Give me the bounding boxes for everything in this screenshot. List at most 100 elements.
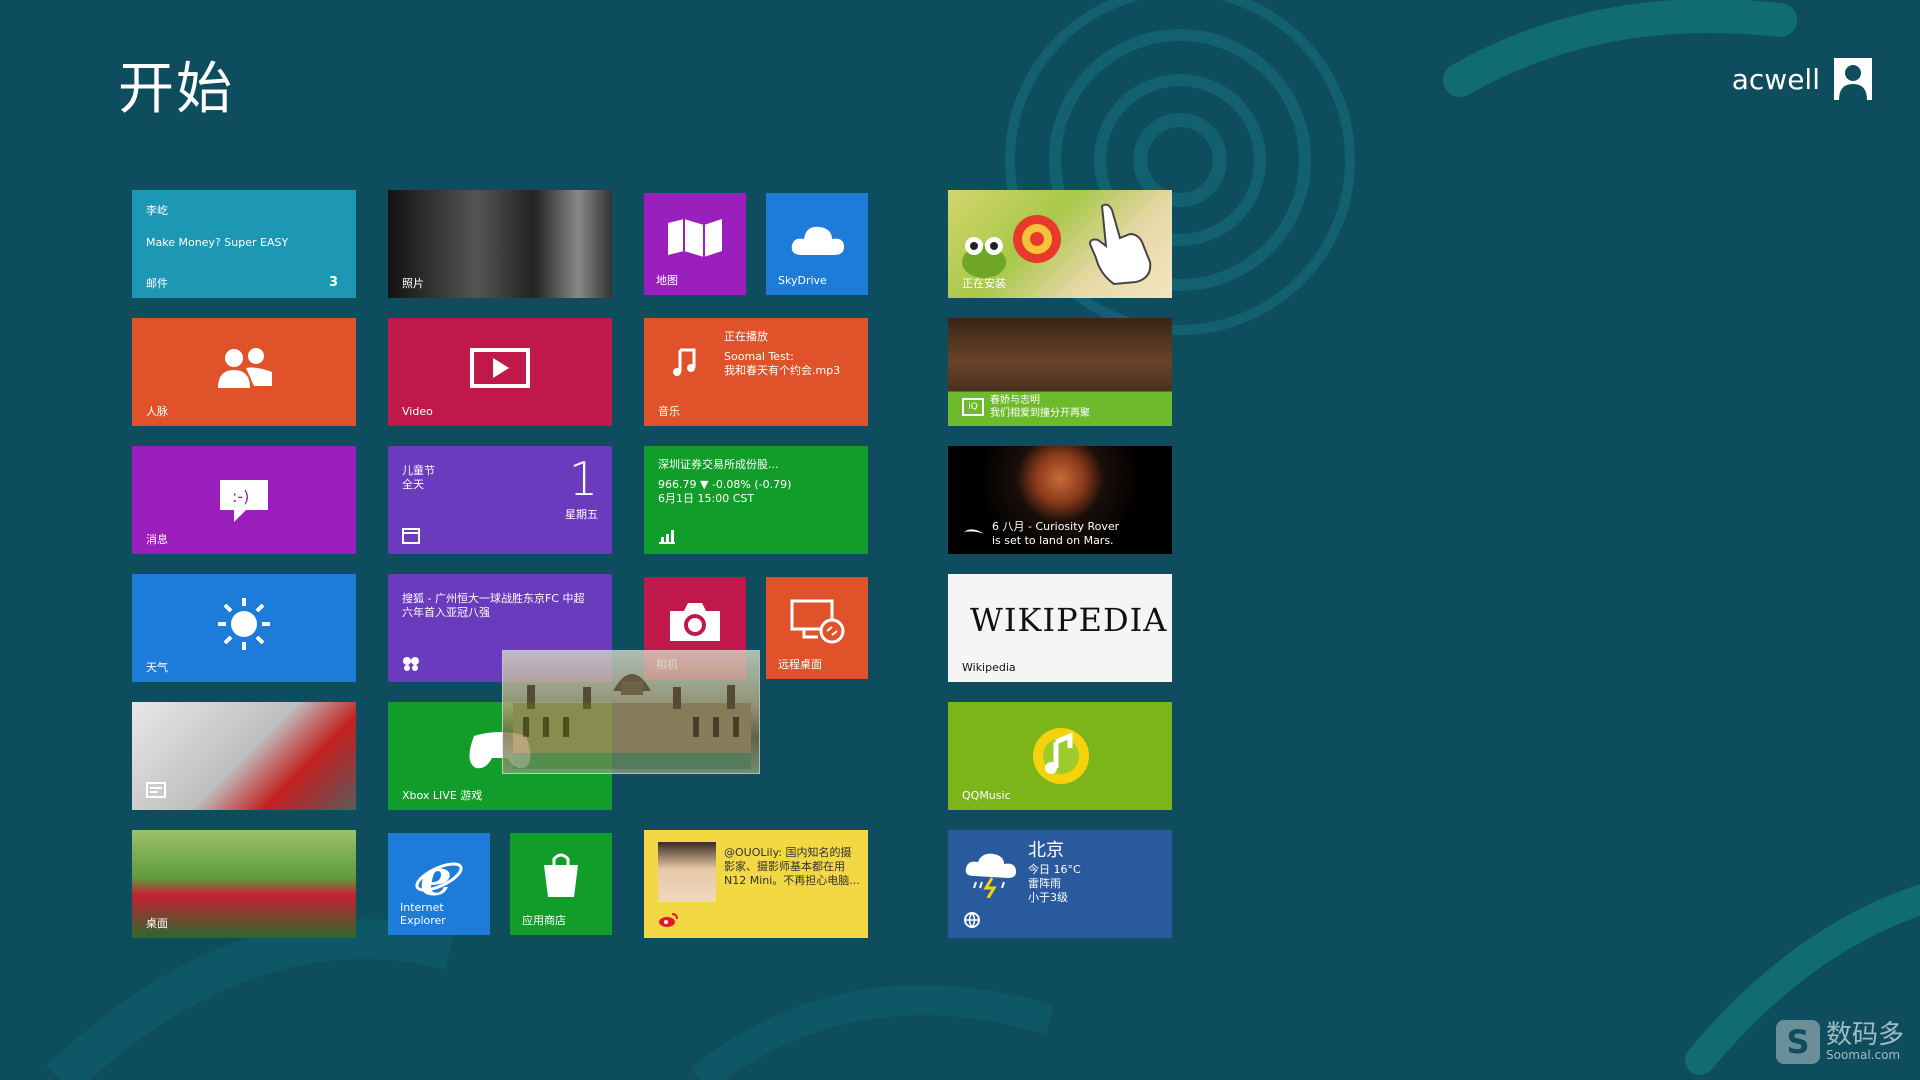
wikipedia-logo: WIKIPEDIA <box>970 601 1168 639</box>
dragging-photo-preview[interactable] <box>502 650 760 774</box>
calendar-tile[interactable]: 儿童节 全天 1 星期五 <box>388 446 612 554</box>
sun-icon <box>218 598 270 650</box>
candy-icon <box>1013 215 1061 263</box>
weather-condition: 雷阵雨 <box>1028 877 1061 890</box>
weather-live-tile[interactable]: 北京 今日 16°C 雷阵雨 小于3级 <box>948 830 1172 938</box>
ie-label-line2: Explorer <box>400 914 446 927</box>
qqmusic-tile[interactable]: QQMusic <box>948 702 1172 810</box>
frog-character-icon <box>962 237 1006 278</box>
space-line-2: is set to land on Mars. <box>992 534 1114 547</box>
skydrive-tile[interactable]: SkyDrive <box>766 193 868 295</box>
finance-stock-name: 深圳证券交易所成份股... <box>658 458 779 471</box>
mail-tile[interactable]: 李屹 Make Money? Super EASY 邮件 3 <box>132 190 356 298</box>
wikipedia-label: Wikipedia <box>962 661 1016 674</box>
weather-app-tile[interactable]: 天气 <box>132 574 356 682</box>
space-tile[interactable]: 6 八月 - Curiosity Rover is set to land on… <box>948 446 1172 554</box>
remote-desktop-tile[interactable]: 远程桌面 <box>766 577 868 679</box>
calendar-weekday: 星期五 <box>565 508 598 521</box>
game-install-label: 正在安装 <box>962 277 1006 290</box>
news-icon <box>146 782 166 798</box>
iqiyi-tile[interactable]: iQ 春娇与志明 我们相爱到撞分开再聚 <box>948 318 1172 426</box>
photos-tile[interactable]: 照片 <box>388 190 612 298</box>
weather-temp: 今日 16°C <box>1028 863 1081 876</box>
globe-icon <box>964 912 980 928</box>
calendar-event: 儿童节 <box>402 464 435 477</box>
weibo-line-1: @OUOLily: 国内知名的摄 <box>724 846 852 859</box>
smiley-message-icon: :-) <box>220 480 268 522</box>
store-tile[interactable]: 应用商店 <box>510 833 612 935</box>
cloud-icon <box>791 226 844 255</box>
maps-tile[interactable]: 地图 <box>644 193 746 295</box>
ie-label: Internet Explorer <box>400 901 446 927</box>
weather-city: 北京 <box>1028 840 1064 861</box>
iqiyi-line-2: 我们相爱到撞分开再聚 <box>990 408 1090 419</box>
user-avatar-icon[interactable] <box>1834 58 1872 100</box>
shopping-bag-icon <box>544 853 578 897</box>
map-icon <box>668 219 722 257</box>
camera-icon <box>670 603 720 641</box>
weibo-line-3: N12 Mini。不再担心电脑... <box>724 874 860 887</box>
qqmusic-label: QQMusic <box>962 789 1011 802</box>
music-now-playing: 正在播放 <box>724 330 768 343</box>
music-tile[interactable]: 正在播放 Soomal Test: 我和春天有个约会.mp3 音乐 <box>644 318 868 426</box>
people-label: 人脉 <box>146 405 168 418</box>
satellite-icon <box>964 529 984 534</box>
news-photo-tile[interactable] <box>132 702 356 810</box>
calendar-event-time: 全天 <box>402 478 424 491</box>
internet-explorer-icon: e <box>415 851 463 901</box>
news-app-icon <box>403 657 419 671</box>
weibo-avatar <box>658 842 716 902</box>
music-track: 我和春天有个约会.mp3 <box>724 364 841 377</box>
ie-tile[interactable]: e Internet Explorer <box>388 833 490 935</box>
svg-text::-): :-) <box>232 487 249 506</box>
user-account[interactable]: acwell <box>1732 58 1872 100</box>
watermark-name: 数码多 <box>1825 1020 1904 1050</box>
wikipedia-tile[interactable]: WIKIPEDIA Wikipedia <box>948 574 1172 682</box>
remote-desktop-label: 远程桌面 <box>778 658 822 671</box>
maps-label: 地图 <box>656 274 678 287</box>
qqmusic-icon <box>1033 728 1089 784</box>
weibo-line-2: 影家、摄影师基本都在用 <box>724 860 845 873</box>
music-artist: Soomal Test: <box>724 350 794 363</box>
weibo-tile[interactable]: @OUOLily: 国内知名的摄 影家、摄影师基本都在用 N12 Mini。不再… <box>644 830 868 938</box>
mail-subject: Make Money? Super EASY <box>146 236 289 249</box>
desktop-tile[interactable]: 桌面 <box>132 830 356 938</box>
skydrive-label: SkyDrive <box>778 274 827 287</box>
calendar-icon <box>402 528 420 544</box>
watermark-site: Soomal.com <box>1825 1048 1901 1062</box>
music-label: 音乐 <box>658 405 680 418</box>
space-line-1: 6 八月 - Curiosity Rover <box>992 520 1120 533</box>
iqiyi-line-1: 春娇与志明 <box>990 395 1040 406</box>
messaging-label: 消息 <box>146 533 168 546</box>
mail-count: 3 <box>328 275 338 290</box>
username: acwell <box>1731 62 1820 96</box>
photos-label: 照片 <box>402 277 424 290</box>
store-label: 应用商店 <box>522 914 566 927</box>
video-tile[interactable]: Video <box>388 318 612 426</box>
ie-label-line1: Internet <box>400 901 444 914</box>
game-install-tile[interactable]: 正在安装 <box>948 190 1172 298</box>
watermark-logo-icon: S <box>1775 1020 1820 1064</box>
page-title: 开始 <box>118 57 234 122</box>
messaging-tile[interactable]: :-) 消息 <box>132 446 356 554</box>
finance-time: 6月1日 15:00 CST <box>658 492 755 505</box>
iqiyi-icon: iQ <box>962 398 984 416</box>
pointer-hand-icon <box>1088 203 1152 286</box>
parliament-building-icon <box>513 674 751 769</box>
play-video-icon <box>470 348 530 388</box>
mail-label: 邮件 <box>146 277 168 290</box>
desktop-label: 桌面 <box>146 917 168 930</box>
remote-desktop-icon <box>790 599 845 644</box>
watermark-text: 数码多 Soomal.com <box>1826 1022 1904 1062</box>
news-headline-2: 六年首入亚冠八强 <box>402 606 490 619</box>
xbox-label: Xbox LIVE 游戏 <box>402 789 483 802</box>
news-headline-1: 搜狐 - 广州恒大一球战胜东京FC 中超 <box>402 592 585 605</box>
weibo-icon <box>659 913 678 927</box>
watermark: S 数码多 Soomal.com <box>1775 1020 1904 1064</box>
thunderstorm-icon <box>965 853 1016 898</box>
people-tile[interactable]: 人脉 <box>132 318 356 426</box>
weather-wind: 小于3级 <box>1028 891 1068 904</box>
people-icon <box>218 348 272 388</box>
music-note-icon <box>673 348 696 376</box>
finance-tile[interactable]: 深圳证券交易所成份股... 966.79 ▼ -0.08% (-0.79) 6月… <box>644 446 868 554</box>
